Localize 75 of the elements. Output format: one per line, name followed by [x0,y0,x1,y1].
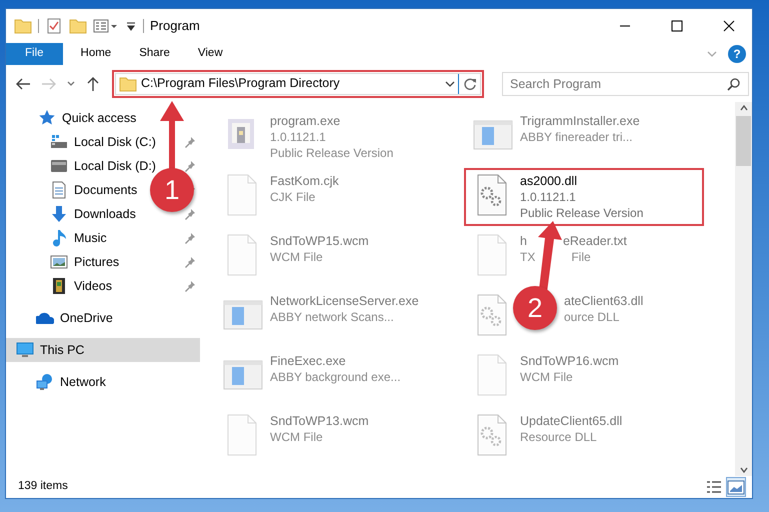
pin-icon[interactable] [184,160,196,172]
file-name: FastKom.cjk [270,173,339,189]
file-name: as2000.dll [520,173,578,189]
sidebar-item[interactable]: Documents [74,180,138,200]
refresh-icon[interactable] [462,76,476,90]
file-detail: 1.0.1121.1 [270,129,327,145]
sidebar-item[interactable]: Music [74,228,107,248]
window-title: Program [150,17,200,36]
sidebar-item[interactable]: Videos [74,276,112,296]
file-detail: ABBY network Scans... [270,309,395,325]
back-arrow-icon[interactable] [15,76,31,90]
maximize-icon[interactable] [671,20,683,32]
drive-icon [50,133,68,151]
file-detail: Public Release Version [520,205,644,221]
properties-icon[interactable] [45,17,63,35]
address-field[interactable]: C:\Program Files\Program Directory [115,72,481,94]
ribbon-tab[interactable]: View [184,43,237,65]
sidebar-item[interactable]: Downloads [74,204,136,224]
folder-icon [119,74,137,92]
pin-icon[interactable] [184,232,196,244]
picture-icon [50,253,68,271]
film-icon [50,277,68,295]
file-detail: WCM File [520,369,574,385]
file-detail: Public Release Version [270,145,394,161]
file-detail: 1.0.1121.1 [520,189,577,205]
sidebar-item[interactable]: Network [60,372,106,392]
file-name: FineExec.exe [270,353,347,369]
ribbon-tab[interactable]: Share [125,43,184,65]
music-note-icon [50,229,68,247]
ribbon-tab[interactable]: Home [66,43,126,65]
close-icon[interactable] [723,20,735,32]
file-name: SndToWP13.wcm [270,413,369,429]
sidebar-item[interactable]: Pictures [74,252,120,272]
download-arrow-icon [50,205,68,223]
file-name: SndToWP16.wcm [520,353,619,369]
pin-icon[interactable] [184,256,196,268]
star-icon [38,109,56,127]
file-name: ateClient63.dll [564,293,644,309]
file-name: eReader.txt [562,233,627,249]
file-detail: ource DLL [564,309,620,325]
view-menu-icon[interactable] [93,17,119,35]
scrollbar-thumb[interactable] [736,116,751,166]
sidebar-item[interactable]: OneDrive [60,308,113,328]
file-tile[interactable]: as2000.dll 1.0.1121.1 Public Release Version [464,168,704,226]
drive-icon [50,157,68,175]
file-name: program.exe [270,113,342,129]
pin-icon[interactable] [184,280,196,292]
file-detail: ABBY background exe... [270,369,401,385]
file-detail: CJK File [270,189,316,205]
network-icon [36,373,54,391]
file-name: SndToWP15.wcm [270,233,369,249]
pin-icon[interactable] [184,208,196,220]
file-name: NetworkLicenseServer.exe [270,293,419,309]
sidebar-item[interactable]: Quick access [62,108,136,128]
file-detail: WCM File [270,249,324,265]
file-name: UpdateClient65.dll [520,413,622,429]
item-count: 139 items [18,479,68,494]
file-detail: WCM File [270,429,324,445]
file-detail: File [571,249,591,265]
file-name: TrigrammInstaller.exe [520,113,640,129]
file-detail: Resource DLL [520,429,598,445]
sidebar-item[interactable]: Local Disk (C:) [74,132,156,152]
file-detail: ABBY finereader tri... [520,129,634,145]
document-icon [50,181,68,199]
sidebar-item[interactable]: This PC [6,338,200,362]
help-button[interactable]: ? [728,45,746,63]
scrollbar[interactable] [735,102,752,476]
search-field[interactable]: Search Program [502,72,749,96]
pin-icon[interactable] [184,136,196,148]
monitor-icon [16,341,34,359]
caret-icon[interactable] [66,78,76,88]
file-name: h [520,233,527,249]
up-arrow-icon[interactable] [86,76,100,92]
file-menu-button[interactable]: File [6,43,63,65]
file-detail: TX [520,249,536,265]
